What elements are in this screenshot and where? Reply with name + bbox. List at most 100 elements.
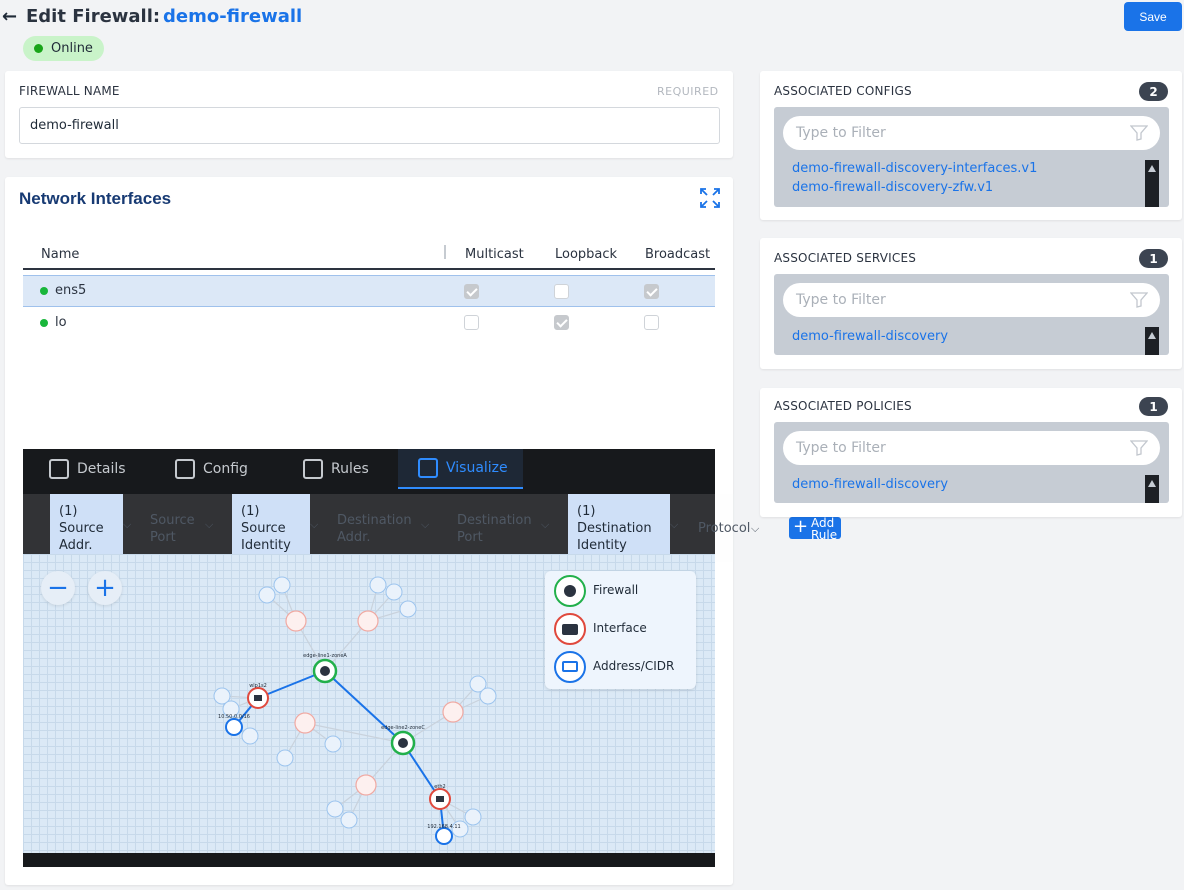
row-name: ens5: [55, 283, 87, 298]
count-badge: 1: [1139, 249, 1168, 268]
firewall-title-name: demo-firewall: [163, 6, 303, 27]
loopback-checkbox[interactable]: [554, 315, 569, 330]
node-label: edge-line2-zoneC: [381, 725, 425, 731]
firewall-icon: [554, 575, 586, 607]
multicast-checkbox[interactable]: [464, 315, 479, 330]
chevron-down-icon[interactable]: ⌵: [123, 518, 131, 532]
associated-configs-title: ASSOCIATED CONFIGS: [774, 84, 912, 98]
loopback-checkbox[interactable]: [554, 284, 569, 299]
node-label: 10.50.0.0/16: [218, 714, 250, 720]
plus-icon: +: [793, 517, 809, 537]
node-label: eth2: [434, 784, 445, 790]
legend-label: Firewall: [593, 583, 639, 597]
add-rule-button[interactable]: + Add Rule: [789, 517, 841, 539]
network-interfaces-title: Network Interfaces: [19, 189, 172, 208]
filter-placeholder: Type to Filter: [796, 292, 886, 308]
tab-visualize[interactable]: Visualize: [398, 449, 523, 489]
filter-source-port[interactable]: Source Port: [141, 494, 206, 562]
address-icon: [554, 651, 586, 683]
status-dot-icon: [40, 319, 48, 327]
filter-source-identity[interactable]: (1) Source Identity: [232, 494, 310, 562]
filter-destination-addr[interactable]: Destination Addr.: [328, 494, 418, 562]
config-link[interactable]: demo-firewall-discovery-interfaces.v1: [792, 161, 1037, 176]
shield-check-icon: [303, 459, 323, 479]
filter-icon: [1130, 292, 1148, 308]
broadcast-checkbox[interactable]: [644, 284, 659, 299]
service-link[interactable]: demo-firewall-discovery: [792, 329, 948, 344]
tab-label: Config: [203, 461, 248, 477]
chevron-down-icon[interactable]: ⌵: [205, 518, 213, 532]
table-header-divider: [23, 268, 715, 270]
chevron-down-icon[interactable]: ⌵: [751, 522, 759, 536]
column-resizer[interactable]: [444, 245, 446, 259]
filter-source-addr[interactable]: (1) Source Addr.: [50, 494, 123, 562]
chevron-down-icon[interactable]: ⌵: [310, 518, 318, 532]
filter-destination-identity[interactable]: (1) Destination Identity: [568, 494, 670, 562]
multicast-checkbox[interactable]: [464, 284, 479, 299]
row-name[interactable]: lo: [55, 315, 67, 330]
policies-filter-input[interactable]: Type to Filter: [783, 431, 1160, 465]
config-link[interactable]: demo-firewall-discovery-zfw.v1: [792, 180, 993, 195]
status-dot-icon: [40, 287, 48, 295]
col-multicast[interactable]: Multicast: [465, 247, 524, 262]
scrollbar[interactable]: [1145, 475, 1159, 503]
save-button[interactable]: Save: [1124, 2, 1182, 31]
filter-placeholder: Type to Filter: [796, 440, 886, 456]
tab-label: Visualize: [446, 460, 508, 476]
tab-label: Details: [77, 461, 126, 477]
scrollbar[interactable]: [1145, 327, 1159, 355]
list-icon: [49, 459, 69, 479]
services-filter-input[interactable]: Type to Filter: [783, 283, 1160, 317]
tab-config[interactable]: Config: [175, 449, 248, 489]
filter-placeholder: Type to Filter: [796, 125, 886, 141]
page-title: Edit Firewall:: [26, 6, 161, 27]
col-name[interactable]: Name: [41, 247, 79, 262]
tab-rules[interactable]: Rules: [303, 449, 369, 489]
configs-filter-input[interactable]: Type to Filter: [783, 116, 1160, 150]
scrollbar[interactable]: [1145, 160, 1159, 207]
expand-icon[interactable]: [699, 187, 721, 209]
broadcast-checkbox[interactable]: [644, 315, 659, 330]
node-label: wlp1s2: [249, 683, 267, 689]
associated-policies-title: ASSOCIATED POLICIES: [774, 399, 912, 413]
filter-label: Destination Port: [457, 513, 532, 545]
status-badge: Online: [23, 36, 104, 61]
filter-count: (1): [59, 504, 78, 519]
tab-label: Rules: [331, 461, 369, 477]
filter-icon: [1130, 440, 1148, 456]
node-label: edge-line1-zoneA: [303, 653, 347, 659]
interface-icon: [554, 613, 586, 645]
status-dot-icon: [34, 44, 43, 53]
required-label: REQUIRED: [657, 85, 719, 98]
legend-label: Interface: [593, 621, 647, 635]
filter-count: (1): [241, 504, 260, 519]
add-rule-label: Add Rule: [811, 517, 838, 539]
filter-label: Source Identity: [241, 521, 291, 553]
sliders-icon: [175, 459, 195, 479]
chart-icon: [418, 458, 438, 478]
col-broadcast[interactable]: Broadcast: [645, 247, 710, 262]
chevron-down-icon[interactable]: ⌵: [421, 518, 429, 532]
col-loopback[interactable]: Loopback: [555, 247, 617, 262]
filter-count: (1): [577, 504, 596, 519]
firewall-name-input[interactable]: demo-firewall: [19, 107, 720, 144]
legend-label: Address/CIDR: [593, 659, 675, 673]
table-row[interactable]: [23, 275, 715, 307]
filter-label: Destination Identity: [577, 521, 652, 553]
firewall-name-label: FIREWALL NAME: [19, 84, 120, 98]
back-arrow-icon[interactable]: ←: [2, 6, 17, 27]
zoom-out-button[interactable]: −: [41, 571, 75, 605]
associated-services-title: ASSOCIATED SERVICES: [774, 251, 917, 265]
policy-link[interactable]: demo-firewall-discovery: [792, 477, 948, 492]
filter-label: Destination Addr.: [337, 513, 412, 545]
chevron-down-icon[interactable]: ⌵: [541, 518, 549, 532]
tab-details[interactable]: Details: [49, 449, 126, 489]
count-badge: 2: [1139, 82, 1168, 101]
filter-destination-port[interactable]: Destination Port: [448, 494, 538, 562]
status-label: Online: [51, 41, 93, 56]
zoom-in-button[interactable]: +: [88, 571, 122, 605]
chevron-down-icon[interactable]: ⌵: [670, 518, 678, 532]
filter-label: Source Port: [150, 513, 195, 545]
node-label: 192.168.4.11: [427, 824, 460, 830]
filter-label: Source Addr.: [59, 521, 104, 553]
